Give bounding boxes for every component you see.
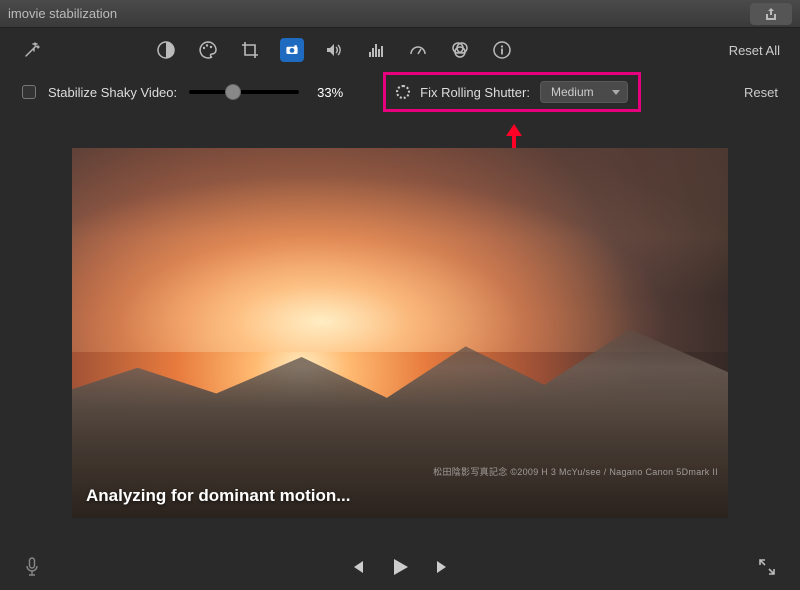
next-icon[interactable] — [435, 559, 451, 575]
volume-icon[interactable] — [322, 38, 346, 62]
titlebar: imovie stabilization — [0, 0, 800, 28]
crop-icon[interactable] — [238, 38, 262, 62]
microphone-icon[interactable] — [24, 557, 40, 577]
stabilize-percent: 33% — [317, 85, 353, 100]
fullscreen-icon[interactable] — [758, 558, 776, 576]
equalizer-icon[interactable] — [364, 38, 388, 62]
spinner-icon — [396, 85, 410, 99]
rolling-shutter-dropdown[interactable]: Medium — [540, 81, 628, 103]
rolling-shutter-highlight: Fix Rolling Shutter: Medium — [383, 72, 641, 112]
magic-wand-icon[interactable] — [20, 38, 44, 62]
speed-gauge-icon[interactable] — [406, 38, 430, 62]
slider-knob[interactable] — [225, 84, 241, 100]
play-icon[interactable] — [389, 556, 411, 578]
playback-bar — [0, 544, 800, 590]
dropdown-value: Medium — [551, 85, 594, 99]
playback-controls — [349, 556, 451, 578]
info-icon[interactable] — [490, 38, 514, 62]
stabilize-label: Stabilize Shaky Video: — [48, 85, 177, 100]
stabilize-controls: Stabilize Shaky Video: 33% Fix Rolling S… — [0, 72, 800, 112]
stabilize-slider[interactable] — [189, 90, 299, 94]
reset-all-button[interactable]: Reset All — [729, 43, 780, 58]
stabilize-checkbox[interactable] — [22, 85, 36, 99]
preview-bg-glow — [72, 148, 728, 352]
window-title: imovie stabilization — [8, 6, 750, 21]
share-icon — [764, 7, 778, 21]
rolling-shutter-label: Fix Rolling Shutter: — [420, 85, 530, 100]
color-filter-icon[interactable] — [448, 38, 472, 62]
preview-watermark: 松田陰影写真記念 ©2009 H 3 McYu/see / Nagano Can… — [433, 465, 718, 478]
adjust-toolbar: Reset All — [0, 28, 800, 72]
color-palette-icon[interactable] — [196, 38, 220, 62]
video-preview[interactable]: 松田陰影写真記念 ©2009 H 3 McYu/see / Nagano Can… — [72, 148, 728, 518]
analyzing-status: Analyzing for dominant motion... — [86, 486, 350, 506]
stabilize-icon[interactable] — [280, 38, 304, 62]
contrast-icon[interactable] — [154, 38, 178, 62]
tool-group — [154, 38, 514, 62]
share-button[interactable] — [750, 3, 792, 25]
reset-button[interactable]: Reset — [744, 85, 778, 100]
prev-icon[interactable] — [349, 559, 365, 575]
